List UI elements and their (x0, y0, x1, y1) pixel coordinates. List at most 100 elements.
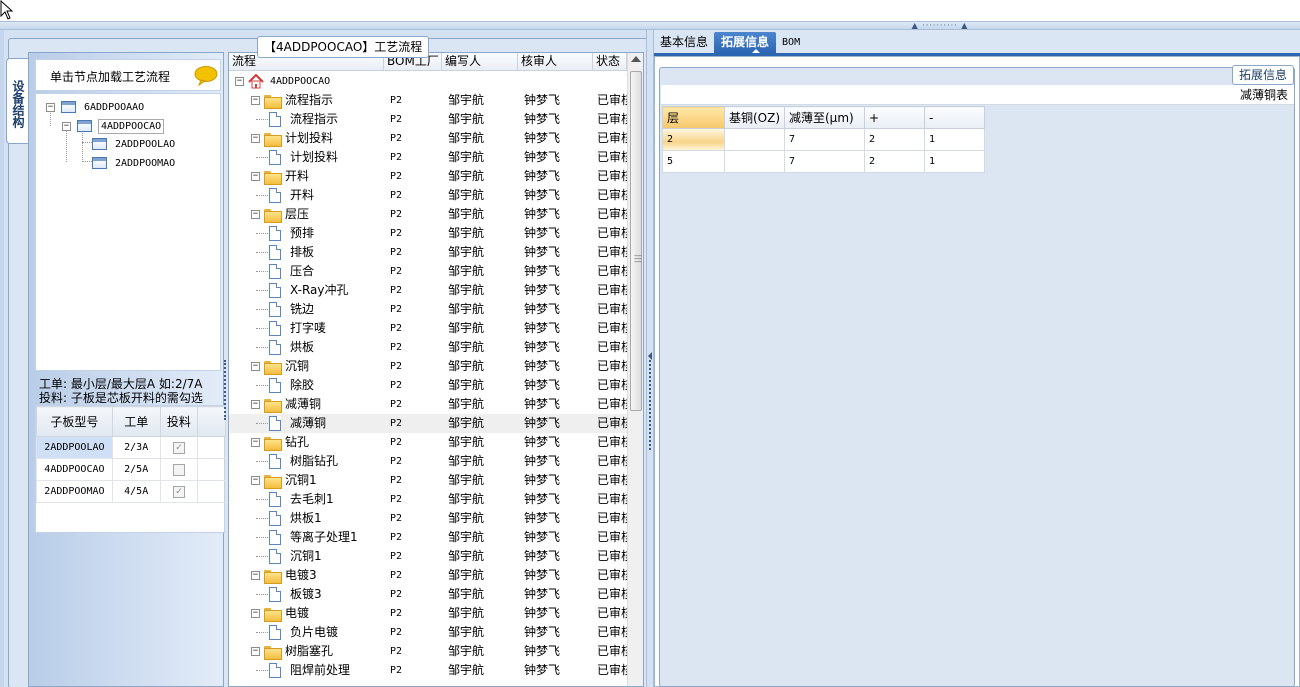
process-row[interactable]: − 层压 P2邹宇航钟梦飞已审核 (229, 205, 627, 224)
process-row[interactable]: 除胶 P2邹宇航钟梦飞已审核 (229, 376, 627, 395)
feed-checkbox[interactable]: ✓ (172, 441, 185, 454)
process-row[interactable]: 排板 P2邹宇航钟梦飞已审核 (229, 243, 627, 262)
top-splitter[interactable]: ▲ ·········· ▲ (0, 22, 1300, 30)
cell-writer[interactable]: 邹宇航 (442, 471, 518, 490)
process-row[interactable]: − 电镀3 P2邹宇航钟梦飞已审核 (229, 566, 627, 585)
cell-minus[interactable]: 1 (924, 150, 985, 173)
collapse-icon[interactable]: − (251, 134, 260, 143)
feed-checkbox[interactable]: ✓ (172, 485, 185, 498)
cell-bom[interactable]: P2 (384, 490, 442, 509)
tree-node[interactable]: − 6ADDPOOAAO (46, 98, 146, 116)
cell-checker[interactable]: 钟梦飞 (518, 547, 593, 566)
cell-bom[interactable]: P2 (384, 148, 442, 167)
table-row[interactable]: 2ADDPOOLAO 2/3A ✓ (36, 436, 226, 459)
collapse-icon[interactable]: − (251, 400, 260, 409)
cell-writer[interactable]: 邹宇航 (442, 509, 518, 528)
cell-status[interactable]: 已审核 (593, 224, 627, 243)
cell-flow[interactable]: 计划投料 (229, 148, 384, 167)
cell-writer[interactable]: 邹宇航 (442, 243, 518, 262)
cell-writer[interactable]: 邹宇航 (442, 357, 518, 376)
collapse-icon[interactable]: − (251, 609, 260, 618)
col-header[interactable]: 子板型号 (36, 406, 113, 437)
process-row[interactable]: − 沉铜1 P2邹宇航钟梦飞已审核 (229, 471, 627, 490)
cell-status[interactable]: 已审核 (593, 186, 627, 205)
cell-writer[interactable]: 邹宇航 (442, 319, 518, 338)
process-row[interactable]: 沉铜1 P2邹宇航钟梦飞已审核 (229, 547, 627, 566)
cell-status[interactable]: 已审核 (593, 566, 627, 585)
collapse-arrow-icon[interactable] (648, 352, 652, 360)
cell-writer[interactable]: 邹宇航 (442, 224, 518, 243)
process-row[interactable]: 烘板1 P2邹宇航钟梦飞已审核 (229, 509, 627, 528)
process-row[interactable]: 板镀3 P2邹宇航钟梦飞已审核 (229, 585, 627, 604)
cell-plus[interactable]: 2 (864, 128, 925, 151)
tab-extended-info[interactable]: 拓展信息 (714, 32, 777, 53)
cell-flow[interactable]: 排板 (229, 243, 384, 262)
cell-writer[interactable]: 邹宇航 (442, 585, 518, 604)
process-row[interactable]: 烘板 P2邹宇航钟梦飞已审核 (229, 338, 627, 357)
cell-bom[interactable]: P2 (384, 129, 442, 148)
cell-flow[interactable]: 负片电镀 (229, 623, 384, 642)
cell-status[interactable]: 已审核 (593, 205, 627, 224)
tree-node[interactable]: − 4ADDPOOCAO (62, 117, 165, 135)
cell-checker[interactable]: 钟梦飞 (518, 224, 593, 243)
process-row[interactable]: 负片电镀 P2邹宇航钟梦飞已审核 (229, 623, 627, 642)
col-header-status[interactable]: 状态 (593, 53, 627, 71)
tab-bom[interactable]: BOM (776, 32, 806, 53)
process-row[interactable]: 开料 P2邹宇航钟梦飞已审核 (229, 186, 627, 205)
cell-writer[interactable]: 邹宇航 (442, 205, 518, 224)
process-row[interactable]: X-Ray冲孔 P2邹宇航钟梦飞已审核 (229, 281, 627, 300)
process-row[interactable]: 铣边 P2邹宇航钟梦飞已审核 (229, 300, 627, 319)
cell-writer[interactable]: 邹宇航 (442, 338, 518, 357)
cell-writer[interactable]: 邹宇航 (442, 129, 518, 148)
collapse-icon[interactable]: − (251, 96, 260, 105)
table-row[interactable]: 2ADDPOOMAO 4/5A ✓ (36, 480, 226, 503)
cell-writer[interactable]: 邹宇航 (442, 490, 518, 509)
cell-flow[interactable]: 烘板 (229, 338, 384, 357)
cell-status[interactable]: 已审核 (593, 91, 627, 110)
process-row[interactable]: 计划投料 P2邹宇航钟梦飞已审核 (229, 148, 627, 167)
cell-status[interactable]: 已审核 (593, 528, 627, 547)
cell-bom[interactable]: P2 (384, 604, 442, 623)
cell-status[interactable]: 已审核 (593, 433, 627, 452)
cell-writer[interactable]: 邹宇航 (442, 414, 518, 433)
cell-status[interactable]: 已审核 (593, 376, 627, 395)
cell-flow[interactable]: − 沉铜 (229, 357, 384, 376)
col-header[interactable]: 投料 (159, 406, 199, 437)
splitter-grip-icon[interactable] (649, 360, 651, 450)
scroll-up-icon[interactable] (631, 56, 641, 62)
cell-bom[interactable]: P2 (384, 224, 442, 243)
tree-node[interactable]: 2ADDPOOLAO (92, 135, 177, 153)
cell-minus[interactable]: 1 (924, 128, 985, 151)
cell-writer[interactable]: 邹宇航 (442, 281, 518, 300)
cell-status[interactable]: 已审核 (593, 357, 627, 376)
subboard-grid[interactable]: 子板型号 工单 投料 2ADDPOOLAO 2/3A ✓ 4ADDPOOCAO … (35, 405, 226, 533)
col-header-minus[interactable]: - (924, 106, 985, 129)
collapse-icon[interactable]: − (251, 362, 260, 371)
cell-flow[interactable]: 流程指示 (229, 110, 384, 129)
cell-reduce-to[interactable]: 7 (784, 150, 865, 173)
cell-bom[interactable]: P2 (384, 471, 442, 490)
cell-bom[interactable]: P2 (384, 205, 442, 224)
cell-bom[interactable]: P2 (384, 623, 442, 642)
cell-writer[interactable]: 邹宇航 (442, 661, 518, 680)
cell-flow[interactable]: 除胶 (229, 376, 384, 395)
vertical-scrollbar[interactable]: — — — (627, 53, 643, 686)
cell-checker[interactable]: 钟梦飞 (518, 414, 593, 433)
cell-status[interactable]: 已审核 (593, 148, 627, 167)
cell-checker[interactable]: 钟梦飞 (518, 471, 593, 490)
table-row[interactable]: 5 7 2 1 (662, 150, 985, 173)
cell-checker[interactable]: 钟梦飞 (518, 433, 593, 452)
col-header-plus[interactable]: + (864, 106, 925, 129)
tab-device-structure[interactable]: 设备结构 (6, 58, 28, 144)
cell-flow[interactable]: − 电镀 (229, 604, 384, 623)
process-row[interactable]: 减薄铜 P2邹宇航钟梦飞已审核 (229, 414, 627, 433)
col-header-base-copper[interactable]: 基铜(OZ) (724, 106, 785, 129)
cell-base-copper[interactable] (724, 150, 785, 173)
process-root-row[interactable]: − 4ADDPOOCAO (229, 72, 627, 91)
tree-node[interactable]: 2ADDPOOMAO (92, 154, 177, 172)
speech-bubble-icon[interactable] (194, 66, 218, 86)
cell-status[interactable]: 已审核 (593, 642, 627, 661)
cell-order[interactable]: 2/3A (111, 436, 161, 459)
structure-tree[interactable]: − 6ADDPOOAAO − 4ADDPOOCAO 2ADDPOOLAO 2AD… (35, 93, 221, 371)
table-row[interactable]: 4ADDPOOCAO 2/5A (36, 458, 226, 481)
